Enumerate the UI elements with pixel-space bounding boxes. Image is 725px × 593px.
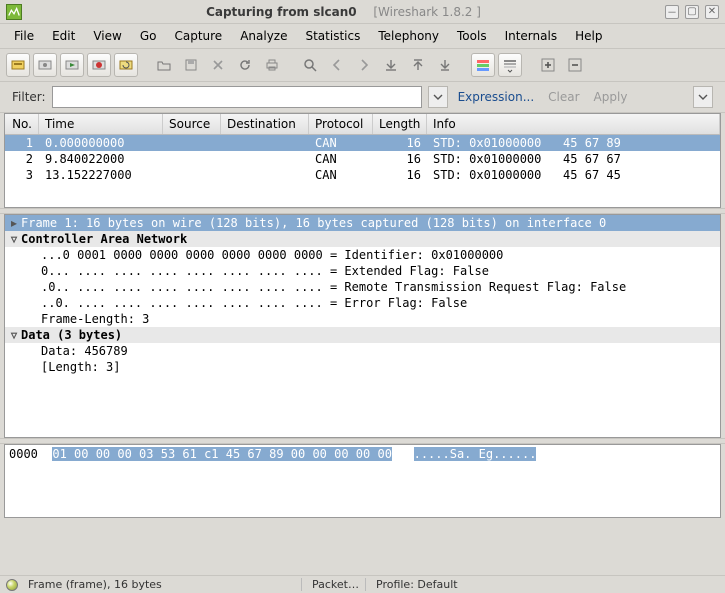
- menu-view[interactable]: View: [85, 26, 129, 46]
- go-first-icon[interactable]: [406, 53, 430, 77]
- col-header-info[interactable]: Info: [427, 114, 720, 134]
- main-toolbar: [0, 49, 725, 82]
- col-header-len[interactable]: Length: [373, 114, 427, 134]
- packet-row[interactable]: 10.000000000CAN16STD: 0x01000000 45 67 8…: [5, 135, 720, 151]
- print-icon[interactable]: [260, 53, 284, 77]
- close-button[interactable]: ✕: [705, 5, 719, 19]
- interfaces-icon[interactable]: [6, 53, 30, 77]
- zoom-out-icon[interactable]: [563, 53, 587, 77]
- start-capture-icon[interactable]: [60, 53, 84, 77]
- expand-collapse-icon[interactable]: ▸: [7, 216, 21, 230]
- detail-can-header[interactable]: ▿ Controller Area Network: [5, 231, 720, 247]
- chevron-down-icon: [433, 92, 443, 102]
- hex-dump-pane[interactable]: 0000 01 00 00 00 03 53 61 c1 45 67 89 00…: [4, 444, 721, 518]
- menu-edit[interactable]: Edit: [44, 26, 83, 46]
- wireshark-app-icon: [6, 4, 22, 20]
- menu-file[interactable]: File: [6, 26, 42, 46]
- menu-go[interactable]: Go: [132, 26, 165, 46]
- menu-internals[interactable]: Internals: [497, 26, 566, 46]
- filter-input[interactable]: [52, 86, 422, 108]
- status-packets: Packet…: [306, 578, 366, 591]
- filter-extra-dropdown[interactable]: [693, 86, 713, 108]
- detail-field[interactable]: [Length: 3]: [5, 359, 720, 375]
- find-icon[interactable]: [298, 53, 322, 77]
- minimize-button[interactable]: －: [665, 5, 679, 19]
- title-sub: [Wireshark 1.8.2 ]: [373, 5, 481, 19]
- window-title: Capturing from slcan0 [Wireshark 1.8.2 ]: [28, 5, 659, 19]
- hex-offset: 0000: [9, 447, 38, 461]
- packet-row[interactable]: 29.840022000CAN16STD: 0x01000000 45 67 6…: [5, 151, 720, 167]
- close-file-icon[interactable]: [206, 53, 230, 77]
- zoom-in-icon[interactable]: [536, 53, 560, 77]
- detail-field[interactable]: ...0 0001 0000 0000 0000 0000 0000 0000 …: [5, 247, 720, 263]
- menubar: File Edit View Go Capture Analyze Statis…: [0, 24, 725, 49]
- save-file-icon[interactable]: [179, 53, 203, 77]
- detail-data-text: Data (3 bytes): [21, 328, 122, 342]
- packet-details-pane[interactable]: ▸ Frame 1: 16 bytes on wire (128 bits), …: [4, 214, 721, 438]
- col-header-no[interactable]: No.: [5, 114, 39, 134]
- expand-collapse-icon[interactable]: ▿: [7, 328, 21, 342]
- menu-analyze[interactable]: Analyze: [232, 26, 295, 46]
- col-header-proto[interactable]: Protocol: [309, 114, 373, 134]
- options-icon[interactable]: [33, 53, 57, 77]
- hex-bytes: 01 00 00 00 03 53 61 c1 45 67 89 00 00 0…: [52, 447, 392, 461]
- detail-field[interactable]: Frame-Length: 3: [5, 311, 720, 327]
- detail-field[interactable]: Data: 456789: [5, 343, 720, 359]
- filter-label: Filter:: [12, 90, 46, 104]
- hex-ascii: .....Sa. Eg......: [414, 447, 537, 461]
- detail-field[interactable]: 0... .... .... .... .... .... .... .... …: [5, 263, 720, 279]
- go-forward-icon[interactable]: [352, 53, 376, 77]
- chevron-down-icon: [698, 92, 708, 102]
- menu-capture[interactable]: Capture: [166, 26, 230, 46]
- detail-data-header[interactable]: ▿ Data (3 bytes): [5, 327, 720, 343]
- status-frame: Frame (frame), 16 bytes: [22, 578, 302, 591]
- detail-can-text: Controller Area Network: [21, 232, 187, 246]
- auto-scroll-icon[interactable]: [498, 53, 522, 77]
- titlebar: Capturing from slcan0 [Wireshark 1.8.2 ]…: [0, 0, 725, 24]
- filter-apply-button[interactable]: Apply: [590, 90, 632, 104]
- packet-list-body[interactable]: 10.000000000CAN16STD: 0x01000000 45 67 8…: [5, 135, 720, 207]
- maximize-button[interactable]: ▢: [685, 5, 699, 19]
- packet-list-header: No. Time Source Destination Protocol Len…: [5, 114, 720, 135]
- filter-expression-button[interactable]: Expression...: [454, 90, 539, 104]
- packet-list-pane: No. Time Source Destination Protocol Len…: [4, 113, 721, 208]
- packet-row[interactable]: 313.152227000CAN16STD: 0x01000000 45 67 …: [5, 167, 720, 183]
- title-main: Capturing from slcan0: [206, 5, 357, 19]
- restart-capture-icon[interactable]: [114, 53, 138, 77]
- detail-field[interactable]: ..0. .... .... .... .... .... .... .... …: [5, 295, 720, 311]
- col-header-dst[interactable]: Destination: [221, 114, 309, 134]
- menu-tools[interactable]: Tools: [449, 26, 495, 46]
- status-profile[interactable]: Profile: Default: [370, 578, 719, 591]
- colorize-icon[interactable]: [471, 53, 495, 77]
- expand-collapse-icon[interactable]: ▿: [7, 232, 21, 246]
- filter-history-dropdown[interactable]: [428, 86, 448, 108]
- open-file-icon[interactable]: [152, 53, 176, 77]
- reload-icon[interactable]: [233, 53, 257, 77]
- col-header-time[interactable]: Time: [39, 114, 163, 134]
- menu-telephony[interactable]: Telephony: [370, 26, 447, 46]
- col-header-src[interactable]: Source: [163, 114, 221, 134]
- menu-statistics[interactable]: Statistics: [297, 26, 368, 46]
- jump-icon[interactable]: [379, 53, 403, 77]
- stop-capture-icon[interactable]: [87, 53, 111, 77]
- detail-field[interactable]: .0.. .... .... .... .... .... .... .... …: [5, 279, 720, 295]
- filter-clear-button[interactable]: Clear: [544, 90, 583, 104]
- go-last-icon[interactable]: [433, 53, 457, 77]
- detail-frame-text: Frame 1: 16 bytes on wire (128 bits), 16…: [21, 216, 606, 230]
- detail-frame-row[interactable]: ▸ Frame 1: 16 bytes on wire (128 bits), …: [5, 215, 720, 231]
- status-bar: Frame (frame), 16 bytes Packet… Profile:…: [0, 575, 725, 593]
- expert-info-icon[interactable]: [6, 579, 18, 591]
- go-back-icon[interactable]: [325, 53, 349, 77]
- menu-help[interactable]: Help: [567, 26, 610, 46]
- filter-bar: Filter: Expression... Clear Apply: [0, 82, 725, 113]
